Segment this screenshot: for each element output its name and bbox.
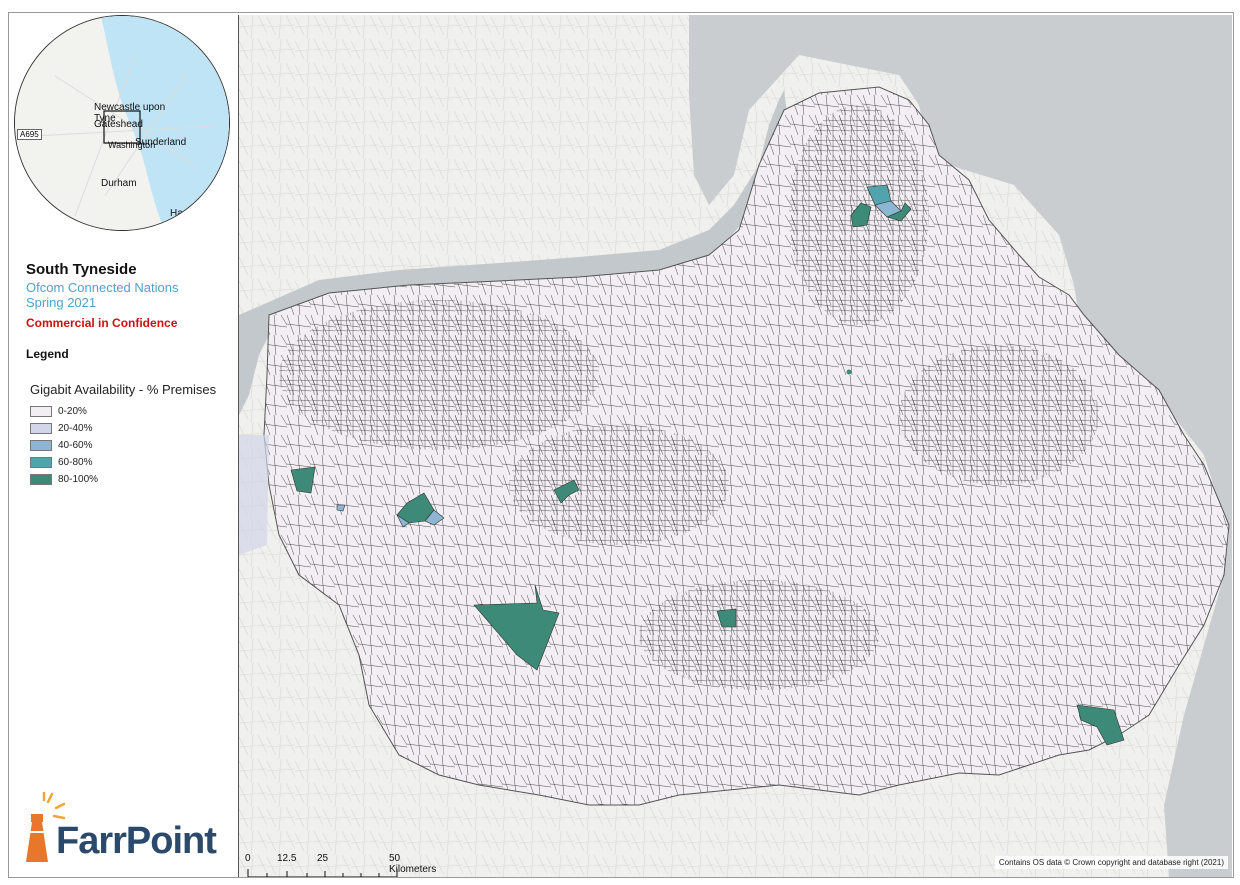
legend-swatch bbox=[30, 406, 52, 417]
confidential-notice: Commercial in Confidence bbox=[26, 316, 178, 330]
map-subtitle-period: Spring 2021 bbox=[26, 295, 97, 310]
locator-label-newcastle: Newcastle upon bbox=[94, 102, 166, 113]
legend-swatch bbox=[30, 423, 52, 434]
legend-label: 40-60% bbox=[58, 440, 93, 451]
map-attribution: Contains OS data © Crown copyright and d… bbox=[994, 856, 1228, 869]
legend-item: 80-100% bbox=[30, 471, 98, 488]
legend-list: 0-20% 20-40% 40-60% 60-80% 80-100% bbox=[30, 403, 98, 488]
scale-label-25: 25 bbox=[317, 853, 329, 864]
legend-item: 40-60% bbox=[30, 437, 98, 454]
legend-item: 20-40% bbox=[30, 420, 98, 437]
legend-label: 20-40% bbox=[58, 423, 93, 434]
legend-item: 60-80% bbox=[30, 454, 98, 471]
logo-text: FarrPoint bbox=[56, 820, 217, 862]
locator-road-shield: A695 bbox=[17, 129, 42, 140]
farrpoint-logo: FarrPoint bbox=[14, 792, 234, 870]
legend-title: Legend bbox=[26, 347, 69, 361]
legend-swatch bbox=[30, 474, 52, 485]
legend-label: 80-100% bbox=[58, 474, 99, 485]
locator-label-hartlepool: Hartl bbox=[170, 208, 192, 219]
scale-bar-graphic bbox=[247, 869, 398, 877]
locator-label-durham: Durham bbox=[101, 178, 137, 189]
locator-label-gateshead: Gateshead bbox=[94, 119, 143, 130]
locator-map: Newcastle upon Tyne Gateshead Washington… bbox=[14, 15, 230, 231]
legend-item: 0-20% bbox=[30, 403, 98, 420]
legend-heading: Gigabit Availability - % Premises bbox=[30, 382, 217, 397]
legend-label: 60-80% bbox=[58, 457, 93, 468]
locator-label-sunderland: Sunderland bbox=[135, 137, 187, 148]
legend-swatch bbox=[30, 457, 52, 468]
map-subtitle-source: Ofcom Connected Nations bbox=[26, 280, 179, 295]
scale-label-50: 50 Kilometers bbox=[389, 853, 437, 875]
scale-label-0: 0 bbox=[245, 853, 251, 864]
map-title: South Tyneside bbox=[26, 261, 137, 278]
main-map[interactable]: 0 12.5 25 50 Kilometers Contains OS data… bbox=[238, 15, 1232, 877]
legend-swatch bbox=[30, 440, 52, 451]
main-map-graphic bbox=[239, 15, 1232, 877]
legend-label: 0-20% bbox=[58, 406, 87, 417]
scale-label-12-5: 12.5 bbox=[277, 853, 297, 864]
